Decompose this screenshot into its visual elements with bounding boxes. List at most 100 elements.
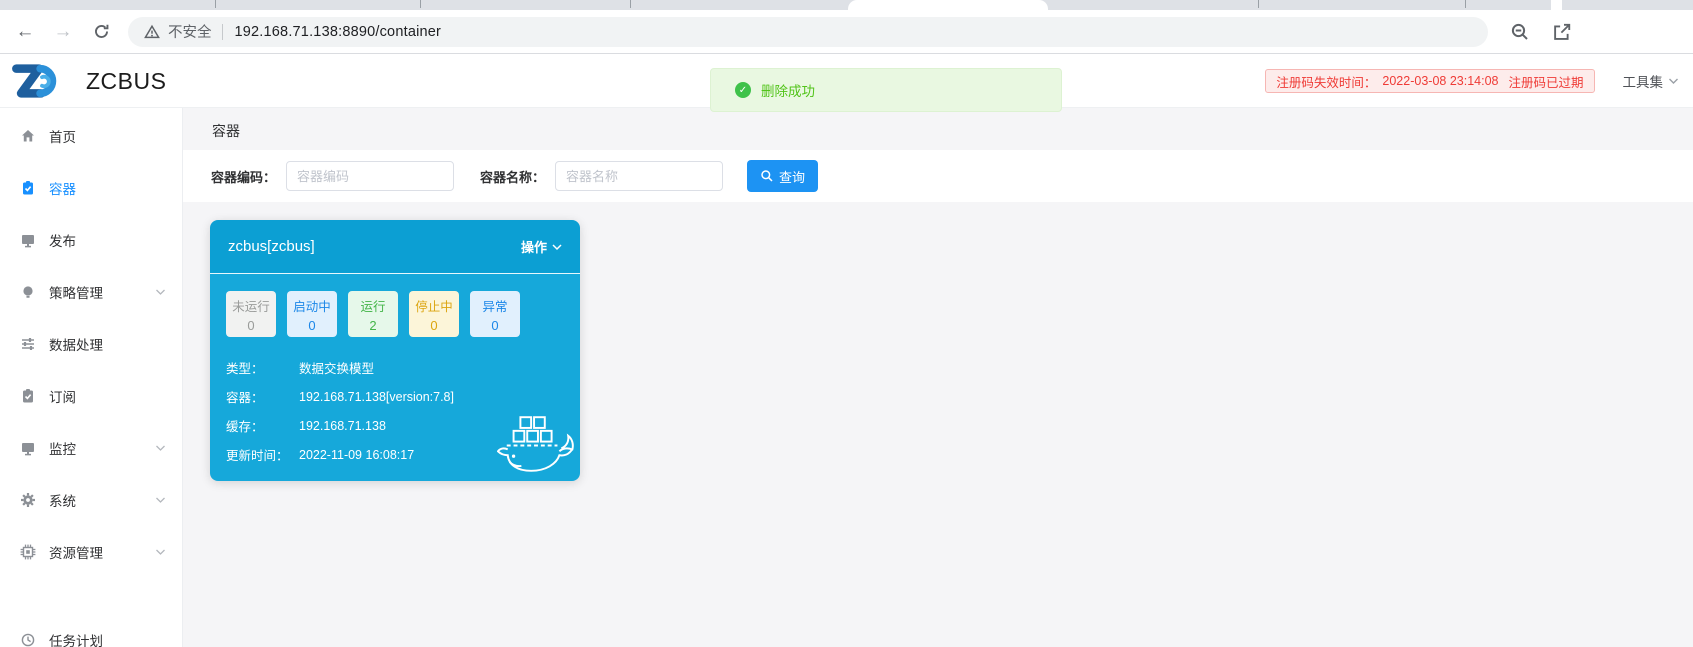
sidebar-item-label: 策略管理 (49, 286, 103, 301)
detail-label: 类型： (226, 362, 264, 376)
sidebar: 首页 容器 发布 策略管理 数据处理 订阅 监控 系统 资源管理 任务计划 (0, 108, 183, 647)
page-title: 容器 (212, 123, 240, 139)
container-name-label: 容器名称： (480, 169, 546, 185)
active-tab[interactable] (848, 0, 1048, 10)
share-icon[interactable] (1552, 22, 1572, 42)
tab-separator (1258, 0, 1259, 8)
toast-message: 删除成功 (761, 84, 815, 99)
tab-gap (1551, 0, 1562, 10)
url-text[interactable]: 192.168.71.138:8890/container (235, 24, 442, 40)
status-chips: 未运行 0 启动中 0 运行 2 停止中 0 异常 0 (226, 291, 566, 337)
publish-monitor-icon (20, 232, 36, 248)
detail-row-container: 容器： 192.168.71.138[version:7.8] (226, 382, 566, 411)
toolset-menu[interactable]: 工具集 (1623, 71, 1680, 91)
brand: ZCBUS (12, 62, 166, 100)
sidebar-item-label: 任务计划 (49, 634, 103, 647)
status-label: 未运行 (232, 299, 270, 314)
sidebar-item-home[interactable]: 首页 (0, 110, 182, 162)
search-button[interactable]: 查询 (747, 160, 819, 192)
docker-whale-icon (496, 416, 575, 478)
reload-icon[interactable] (88, 19, 114, 45)
search-icon (760, 169, 774, 183)
detail-value: 2022-11-09 16:08:17 (299, 447, 415, 462)
sidebar-item-strategy[interactable]: 策略管理 (0, 266, 182, 318)
clock-icon (20, 632, 36, 647)
card-action-menu[interactable]: 操作 (521, 237, 562, 256)
strategy-bulb-icon (20, 284, 36, 300)
address-bar[interactable]: 不安全 192.168.71.138:8890/container (128, 16, 1488, 47)
sidebar-item-label: 发布 (49, 234, 76, 249)
tab-separator (630, 0, 631, 8)
license-label: 注册码失效时间： (1276, 75, 1377, 90)
chevron-down-icon (155, 548, 166, 556)
tab-separator (420, 0, 421, 8)
sidebar-item-system[interactable]: 系统 (0, 474, 182, 526)
chevron-down-icon (155, 496, 166, 504)
success-check-icon: ✓ (735, 82, 751, 98)
system-gear-icon (20, 492, 36, 508)
status-label: 停止中 (415, 299, 453, 314)
status-label: 启动中 (293, 299, 331, 314)
sidebar-item-label: 首页 (49, 130, 76, 145)
data-sliders-icon (20, 336, 36, 352)
sidebar-item-subscribe[interactable]: 订阅 (0, 370, 182, 422)
status-chip-stopping: 停止中 0 (409, 291, 459, 337)
sidebar-item-label: 数据处理 (49, 338, 103, 353)
license-expired-text: 注册码已过期 (1508, 75, 1584, 90)
monitor-icon (20, 440, 36, 456)
sidebar-item-label: 系统 (49, 494, 76, 509)
home-icon (20, 128, 36, 144)
container-code-input[interactable] (286, 161, 455, 191)
browser-toolbar: ← → 不安全 192.168.71.138:8890/container (0, 10, 1693, 54)
url-divider (221, 23, 223, 40)
sidebar-item-publish[interactable]: 发布 (0, 214, 182, 266)
tab-separator (215, 0, 216, 8)
container-card: zcbus[zcbus] 操作 未运行 0 启动中 0 运行 2 停止中 0 异… (210, 220, 580, 481)
container-card-title: zcbus[zcbus] (228, 238, 315, 255)
status-value: 0 (308, 317, 316, 333)
status-value: 0 (247, 317, 255, 333)
status-label: 异常 (482, 299, 508, 314)
sidebar-item-clipped[interactable]: 任务计划 (0, 614, 182, 647)
browser-tab-strip[interactable] (0, 0, 1693, 10)
brand-name: ZCBUS (86, 67, 167, 94)
detail-label: 缓存： (226, 420, 264, 434)
sidebar-item-data-processing[interactable]: 数据处理 (0, 318, 182, 370)
status-chip-abnormal: 异常 0 (470, 291, 520, 337)
back-icon[interactable]: ← (12, 19, 38, 45)
zoom-out-icon[interactable] (1510, 22, 1530, 42)
chevron-down-icon (155, 444, 166, 452)
detail-value: 192.168.71.138 (299, 418, 386, 433)
tab-separator (1465, 0, 1466, 8)
detail-value: 192.168.71.138[version:7.8] (299, 389, 454, 404)
status-chip-starting: 启动中 0 (287, 291, 337, 337)
detail-label: 更新时间： (226, 449, 289, 463)
sidebar-item-resources[interactable]: 资源管理 (0, 526, 182, 578)
sidebar-item-monitoring[interactable]: 监控 (0, 422, 182, 474)
sidebar-item-label: 订阅 (49, 390, 76, 405)
sidebar-item-label: 监控 (49, 442, 76, 457)
sidebar-item-container[interactable]: 容器 (0, 162, 182, 214)
sidebar-item-label: 资源管理 (49, 546, 103, 561)
zcbus-logo-icon (12, 62, 72, 100)
detail-row-type: 类型： 数据交换模型 (226, 353, 566, 382)
resource-chip-icon (20, 544, 36, 560)
forward-icon[interactable]: → (50, 19, 76, 45)
license-expire-time: 2022-03-08 23:14:08 (1382, 74, 1499, 88)
status-chip-running: 运行 2 (348, 291, 398, 337)
status-chip-not-running: 未运行 0 (226, 291, 276, 337)
detail-label: 容器： (226, 391, 264, 405)
security-warning-label: 不安全 (168, 25, 212, 41)
status-value: 0 (430, 317, 438, 333)
container-code-label: 容器编码： (211, 169, 277, 185)
card-action-label: 操作 (520, 240, 547, 255)
page: ← → 不安全 192.168.71.138:8890/container ZC… (0, 0, 1693, 647)
container-name-input[interactable] (555, 161, 724, 191)
filter-bar: 容器编码： 容器名称： 查询 (183, 150, 1693, 202)
chevron-down-icon (1668, 77, 1679, 85)
detail-value: 数据交换模型 (299, 362, 375, 376)
chevron-down-icon (552, 243, 562, 251)
subscribe-clipboard-icon (20, 388, 36, 404)
success-toast: ✓ 删除成功 (710, 68, 1062, 112)
status-value: 0 (491, 317, 499, 333)
